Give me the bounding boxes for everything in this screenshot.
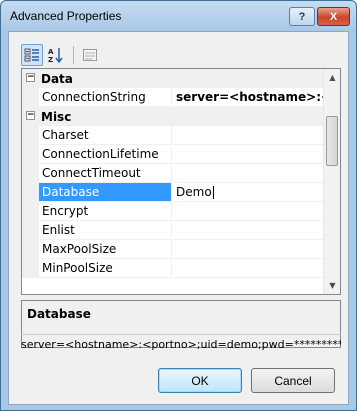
row-gutter — [22, 164, 39, 183]
row-gutter — [22, 202, 39, 221]
row-gutter — [22, 240, 39, 259]
property-value[interactable]: server=<hostname>:<portno>;uid=demo;pwd= — [173, 88, 323, 107]
property-name[interactable]: Charset — [39, 126, 172, 145]
row-gutter — [22, 126, 39, 145]
property-grid[interactable]: − Data ConnectionString server=<hostname… — [21, 68, 341, 295]
property-name[interactable]: MaxPoolSize — [39, 240, 172, 259]
collapse-icon[interactable]: − — [26, 73, 35, 82]
dialog-title: Advanced Properties — [10, 9, 122, 23]
property-value[interactable] — [173, 202, 323, 221]
category-label: Data — [41, 72, 73, 86]
property-name[interactable]: Enlist — [39, 221, 172, 240]
description-title: Database — [27, 307, 91, 321]
dialog-client-area: A Z − Data ConnectionString server=<host… — [8, 31, 349, 405]
category-row-data[interactable]: − Data — [22, 69, 323, 88]
scrollbar-thumb[interactable] — [326, 116, 338, 166]
row-gutter — [22, 259, 39, 278]
categorized-icon — [24, 48, 39, 62]
svg-text:A: A — [48, 48, 54, 56]
vertical-scrollbar[interactable]: ▲ ▼ — [323, 69, 340, 294]
alphabetical-sort-button[interactable]: A Z — [45, 44, 67, 66]
toolbar-separator — [73, 46, 74, 64]
alphabetical-sort-icon: A Z — [48, 48, 63, 63]
scroll-up-arrow-icon[interactable]: ▲ — [324, 69, 340, 86]
property-name[interactable]: MinPoolSize — [39, 259, 172, 278]
scroll-down-arrow-icon[interactable]: ▼ — [324, 277, 340, 294]
property-value[interactable] — [173, 164, 323, 183]
close-button[interactable]: X — [317, 7, 350, 26]
svg-text:Z: Z — [48, 56, 53, 63]
property-row-connecttimeout[interactable]: ConnectTimeout — [22, 164, 323, 183]
property-value[interactable] — [173, 126, 323, 145]
property-pages-button[interactable] — [79, 44, 101, 66]
ok-button[interactable]: OK — [158, 368, 242, 393]
property-name[interactable]: Encrypt — [39, 202, 172, 221]
property-name[interactable]: ConnectionLifetime — [39, 145, 172, 164]
row-gutter — [22, 88, 39, 107]
help-button[interactable]: ? — [289, 7, 315, 26]
property-name[interactable]: ConnectTimeout — [39, 164, 172, 183]
property-pages-icon — [83, 49, 97, 61]
property-row-connectionlifetime[interactable]: ConnectionLifetime — [22, 145, 323, 164]
property-value-editor[interactable]: Demo — [173, 183, 323, 202]
property-row-enlist[interactable]: Enlist — [22, 221, 323, 240]
row-gutter — [22, 145, 39, 164]
property-value[interactable] — [173, 221, 323, 240]
property-value[interactable] — [173, 259, 323, 278]
property-row-minpoolsize[interactable]: MinPoolSize — [22, 259, 323, 278]
row-gutter — [22, 221, 39, 240]
categorized-button[interactable] — [21, 44, 43, 66]
property-row-encrypt[interactable]: Encrypt — [22, 202, 323, 221]
row-gutter — [22, 183, 39, 202]
property-row-database[interactable]: Database Demo — [22, 183, 323, 202]
category-row-misc[interactable]: − Misc — [22, 107, 323, 126]
property-row-connectionstring[interactable]: ConnectionString server=<hostname>:<port… — [22, 88, 323, 107]
text-caret — [212, 186, 214, 199]
cancel-button[interactable]: Cancel — [251, 368, 335, 393]
property-row-maxpoolsize[interactable]: MaxPoolSize — [22, 240, 323, 259]
property-name[interactable]: ConnectionString — [39, 88, 172, 107]
property-row-charset[interactable]: Charset — [22, 126, 323, 145]
property-value-text: Demo — [176, 185, 212, 199]
property-value[interactable] — [173, 145, 323, 164]
connection-string-preview: server=<hostname>:<portno>;uid=demo;pwd=… — [21, 334, 341, 355]
property-grid-toolbar: A Z — [21, 40, 339, 68]
title-bar[interactable]: Advanced Properties ? X — [1, 1, 356, 31]
property-value[interactable] — [173, 240, 323, 259]
advanced-properties-dialog: Advanced Properties ? X A Z − Data Conne… — [0, 0, 357, 411]
category-label: Misc — [41, 110, 72, 124]
property-name[interactable]: Database — [39, 183, 172, 202]
collapse-icon[interactable]: − — [26, 111, 35, 120]
